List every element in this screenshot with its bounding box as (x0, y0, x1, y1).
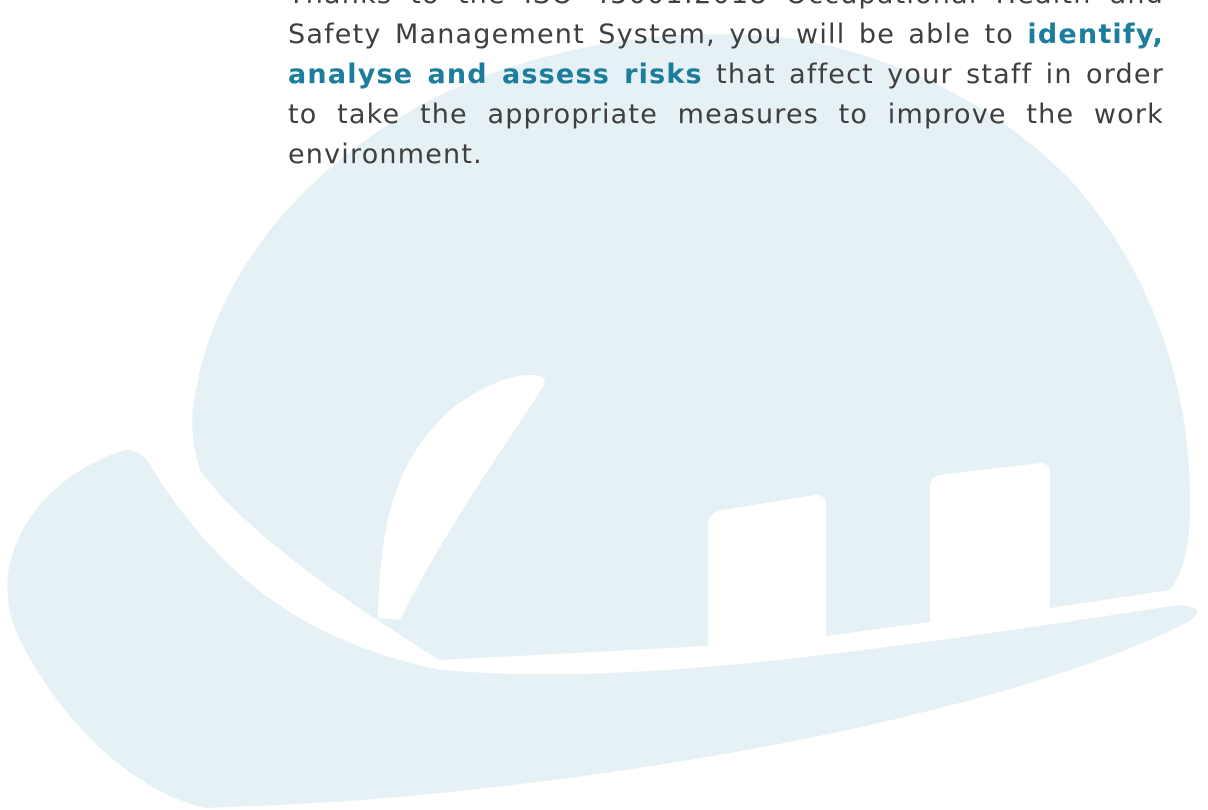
intro-paragraph: Thanks to the ISO 45001:2018 Occupationa… (288, 0, 1164, 175)
